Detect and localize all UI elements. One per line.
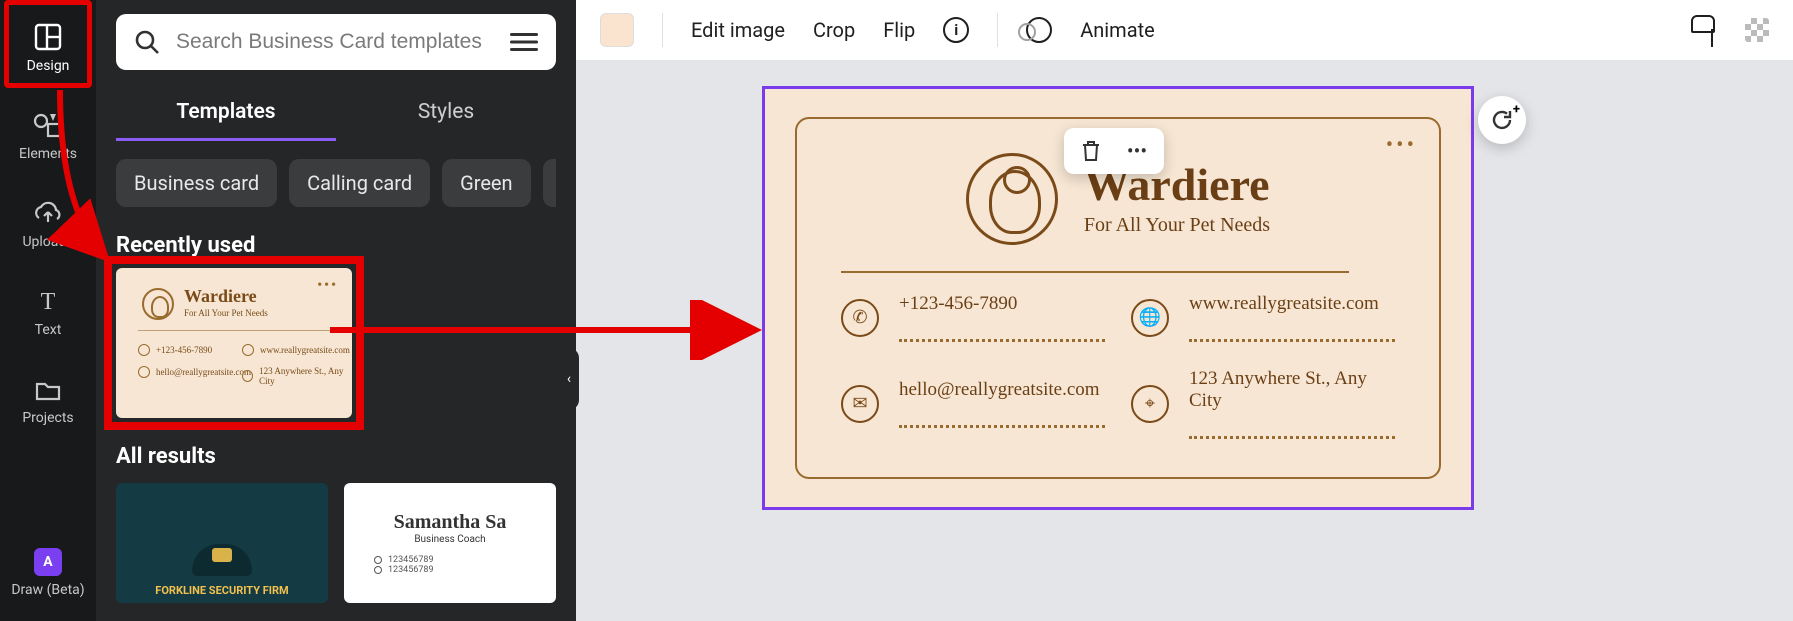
all-results-grid: FORKLINE SECURITY FIRM Samantha Sa Busin… bbox=[116, 483, 556, 603]
tab-templates[interactable]: Templates bbox=[116, 86, 336, 141]
phone-icon: ✆ bbox=[841, 299, 879, 337]
rail-elements-label: Elements bbox=[19, 146, 77, 162]
hat-icon bbox=[192, 544, 252, 576]
card-subtitle: For All Your Pet Needs bbox=[1084, 214, 1270, 237]
light-card-role: Business Coach bbox=[414, 534, 485, 545]
rail-design[interactable]: Design bbox=[8, 8, 88, 88]
edit-image-button[interactable]: Edit image bbox=[691, 18, 785, 42]
elements-icon bbox=[33, 110, 63, 140]
rail-draw-label: Draw (Beta) bbox=[11, 582, 84, 598]
recent-template-thumb[interactable]: ••• Wardiere For All Your Pet Needs +123… bbox=[116, 268, 352, 418]
contact-grid: ✆ +123-456-7890 🌐 www.reallygreatsite.co… bbox=[841, 293, 1395, 439]
draw-icon: A bbox=[34, 548, 62, 576]
thumb-title: Wardiere bbox=[184, 286, 257, 307]
chip-more[interactable]: B bbox=[543, 159, 556, 207]
templates-panel: Templates Styles Business card Calling c… bbox=[96, 0, 576, 621]
filter-chips: Business card Calling card Green B bbox=[116, 159, 556, 207]
context-toolbar: Edit image Crop Flip i Animate bbox=[576, 0, 1793, 60]
chip-green[interactable]: Green bbox=[442, 159, 530, 207]
chip-business-card[interactable]: Business card bbox=[116, 159, 277, 207]
globe-icon: 🌐 bbox=[1131, 299, 1169, 337]
rail-text-label: Text bbox=[35, 322, 62, 338]
contact-site: 🌐 www.reallygreatsite.com bbox=[1131, 293, 1395, 342]
template-card-light[interactable]: Samantha Sa Business Coach 123456789 123… bbox=[344, 483, 556, 603]
pet-logo-icon bbox=[966, 153, 1058, 245]
contact-phone: ✆ +123-456-7890 bbox=[841, 293, 1105, 342]
crop-button[interactable]: Crop bbox=[813, 18, 855, 42]
contact-email: ✉ hello@reallygreatsite.com bbox=[841, 368, 1105, 439]
contact-address: ⌖ 123 Anywhere St., Any City bbox=[1131, 368, 1395, 439]
animate-button[interactable]: Animate bbox=[1080, 18, 1155, 42]
flip-button[interactable]: Flip bbox=[883, 18, 915, 42]
element-float-toolbar: ••• bbox=[1064, 128, 1164, 174]
separator bbox=[662, 13, 663, 47]
chip-calling-card[interactable]: Calling card bbox=[289, 159, 430, 207]
card-divider bbox=[841, 271, 1349, 273]
template-card-dark[interactable]: FORKLINE SECURITY FIRM bbox=[116, 483, 328, 603]
thumb-phone: +123-456-7890 bbox=[138, 344, 212, 356]
dark-card-title: FORKLINE SECURITY FIRM bbox=[155, 584, 288, 597]
info-icon[interactable]: i bbox=[943, 17, 969, 43]
search-icon bbox=[134, 29, 160, 55]
delete-button[interactable] bbox=[1078, 138, 1104, 164]
svg-text:T: T bbox=[41, 289, 56, 314]
uploads-icon bbox=[33, 198, 63, 228]
thumb-divider bbox=[138, 330, 330, 331]
transparency-icon[interactable] bbox=[1745, 18, 1769, 42]
tab-styles[interactable]: Styles bbox=[336, 86, 556, 141]
rail-uploads-label: Uploads bbox=[22, 234, 73, 250]
thumb-subtitle: For All Your Pet Needs bbox=[184, 308, 268, 318]
card-more-icon[interactable]: ••• bbox=[1386, 133, 1417, 158]
thumb-email: hello@reallygreatsite.com bbox=[138, 366, 251, 378]
search-bar[interactable] bbox=[116, 14, 556, 70]
search-input[interactable] bbox=[174, 29, 496, 55]
all-results-heading: All results bbox=[116, 444, 556, 469]
pin-icon: ⌖ bbox=[1131, 385, 1169, 423]
mail-icon: ✉ bbox=[841, 385, 879, 423]
paint-roller-icon[interactable] bbox=[1691, 15, 1717, 45]
text-icon: T bbox=[33, 286, 63, 316]
site-value: www.reallygreatsite.com bbox=[1189, 293, 1395, 315]
rail-elements[interactable]: Elements bbox=[8, 96, 88, 176]
rail-text[interactable]: T Text bbox=[8, 272, 88, 352]
light-card-line2: 123456789 bbox=[374, 565, 434, 575]
thumb-logo-icon bbox=[142, 288, 174, 320]
addr-value: 123 Anywhere St., Any City bbox=[1189, 368, 1395, 412]
rail-draw[interactable]: A Draw (Beta) bbox=[8, 533, 88, 613]
panel-tabs: Templates Styles bbox=[116, 86, 556, 141]
thumb-site: www.reallygreatsite.com bbox=[242, 344, 350, 356]
design-icon bbox=[33, 22, 63, 52]
rail-uploads[interactable]: Uploads bbox=[8, 184, 88, 264]
email-value: hello@reallygreatsite.com bbox=[899, 379, 1105, 401]
regenerate-button[interactable] bbox=[1478, 96, 1526, 144]
more-options-button[interactable]: ••• bbox=[1124, 138, 1150, 164]
projects-icon bbox=[33, 374, 63, 404]
light-card-name: Samantha Sa bbox=[394, 511, 507, 534]
thumb-addr: 123 Anywhere St., Any City bbox=[242, 366, 352, 386]
rail-projects[interactable]: Projects bbox=[8, 360, 88, 440]
separator bbox=[997, 13, 998, 47]
phone-value: +123-456-7890 bbox=[899, 293, 1105, 315]
thumb-more-icon[interactable]: ••• bbox=[317, 278, 338, 294]
light-card-line1: 123456789 bbox=[374, 555, 434, 565]
animate-icon bbox=[1026, 17, 1052, 43]
color-swatch[interactable] bbox=[600, 13, 634, 47]
collapse-panel-handle[interactable]: ‹ bbox=[559, 348, 579, 410]
rail-projects-label: Projects bbox=[22, 410, 73, 426]
filters-icon[interactable] bbox=[510, 31, 538, 53]
recently-used-heading: Recently used bbox=[116, 233, 556, 258]
side-rail: Design Elements Uploads T Text Projects … bbox=[0, 0, 96, 621]
rail-design-label: Design bbox=[27, 58, 70, 74]
